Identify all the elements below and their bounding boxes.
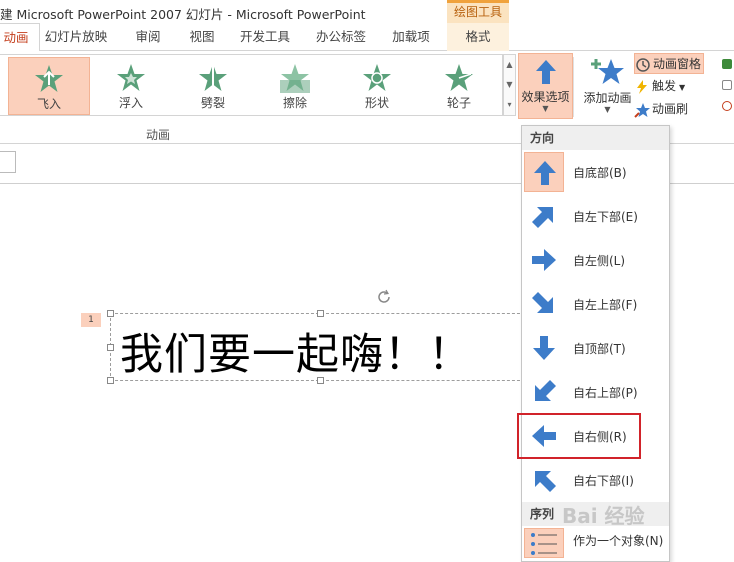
gallery-item-label: 轮子 [446, 96, 471, 110]
arrow-down-icon [533, 336, 555, 360]
font-box[interactable] [0, 151, 16, 173]
group-label-animation: 动画 [146, 128, 171, 142]
menu-item-from-bottom[interactable]: 自底部(B) [522, 150, 669, 194]
effect-options-label: 效果选项 [521, 90, 570, 104]
effect-options-button[interactable]: 效果选项 ▼ [518, 53, 573, 119]
menu-item-label: 自顶部(T) [573, 342, 626, 356]
trigger-label: 触发 [652, 79, 677, 93]
resize-handle[interactable] [317, 310, 324, 317]
gallery-item-wheel[interactable]: 轮子 [418, 57, 500, 115]
menu-item-label: 自左上部(F) [573, 298, 638, 312]
gallery-item-float-in[interactable]: 浮入 [90, 57, 172, 115]
animation-painter-button[interactable]: 动画刷 [634, 99, 688, 120]
animation-painter-label: 动画刷 [652, 102, 689, 116]
menu-item-label: 自右上部(P) [573, 386, 638, 400]
order-icon[interactable] [722, 80, 732, 90]
arrow-up-icon [535, 60, 556, 84]
menu-item-from-left[interactable]: 自左侧(L) [522, 238, 669, 282]
menu-item-from-bottom-right[interactable]: 自右下部(I) [522, 458, 669, 502]
gallery-item-label: 飞入 [36, 97, 61, 111]
add-star-icon [590, 59, 624, 84]
lightning-icon [637, 79, 647, 94]
painter-star-icon [634, 102, 650, 118]
arrow-down-left-icon [535, 380, 556, 401]
gallery-item-label: 形状 [364, 96, 389, 110]
tab-addins[interactable]: 加载项 [386, 23, 436, 51]
animation-pane-button[interactable]: 动画窗格 [634, 53, 705, 74]
effect-options-menu: 方向 自底部(B) 自左下部(E) 自左侧(L) 自左上部(F) 自顶部(T) … [517, 125, 670, 562]
chevron-down-icon: ▼ [679, 83, 686, 92]
gallery-item-shape[interactable]: 形状 [336, 57, 418, 115]
title-bar: 建 Microsoft PowerPoint 2007 幻灯片 - Micros… [0, 0, 734, 23]
star-wipe-icon [280, 64, 310, 93]
menu-item-from-top[interactable]: 自顶部(T) [522, 326, 669, 370]
menu-item-label: 作为一个对象(N) [573, 534, 664, 548]
window-title: 建 Microsoft PowerPoint 2007 幻灯片 - Micros… [0, 7, 366, 22]
gallery-scroll-up-icon[interactable]: ▲ [504, 55, 515, 75]
gallery-item-split[interactable]: 劈裂 [172, 57, 254, 115]
trigger-button[interactable]: 触发 ▼ [634, 76, 685, 97]
rotate-handle-icon[interactable] [377, 289, 391, 303]
resize-handle[interactable] [107, 377, 114, 384]
menu-item-label: 自右下部(I) [573, 474, 634, 488]
menu-item-label: 自底部(B) [573, 166, 627, 180]
animation-pane-icon [636, 57, 650, 72]
tab-slideshow[interactable]: 幻灯片放映 [40, 23, 112, 51]
menu-item-label: 自左下部(E) [573, 210, 638, 224]
contextual-tab-group: 绘图工具 [447, 0, 509, 23]
watermark-logo: Bai 经验 [562, 504, 645, 528]
star-shape-icon [363, 64, 391, 91]
menu-item-from-right[interactable]: 自右侧(R) [517, 413, 641, 459]
add-animation-label: 添加动画 [583, 91, 632, 105]
ribbon-overflow [722, 59, 734, 122]
gallery-more-icon[interactable]: ▾ [504, 95, 515, 115]
gallery-scroll-down-icon[interactable]: ▼ [504, 75, 515, 95]
star-split-icon [199, 64, 227, 91]
gallery-item-label: 浮入 [118, 96, 143, 110]
star-float-icon [117, 64, 145, 91]
animation-order-tag[interactable]: 1 [81, 313, 101, 327]
arrow-up-left-icon [535, 471, 556, 492]
slide-text-box[interactable]: 我们要一起嗨！！ [107, 310, 530, 384]
arrow-right-icon [532, 249, 556, 271]
gallery-item-fly-in[interactable]: 飞入 [8, 57, 90, 115]
gallery-item-label: 擦除 [282, 96, 307, 110]
tab-format[interactable]: 格式 [447, 23, 509, 51]
menu-item-from-bottom-left[interactable]: 自左下部(E) [522, 194, 669, 238]
ribbon-tabs: 动画 幻灯片放映 审阅 视图 开发工具 办公标签 加载项 格式 [0, 23, 734, 52]
arrow-down-right-icon [532, 292, 553, 313]
menu-item-from-top-right[interactable]: 自右上部(P) [522, 370, 669, 414]
play-icon[interactable] [722, 59, 732, 69]
chevron-down-icon: ▼ [604, 105, 611, 114]
resize-handle[interactable] [317, 377, 324, 384]
menu-item-from-top-left[interactable]: 自左上部(F) [522, 282, 669, 326]
menu-item-as-one-object[interactable]: 作为一个对象(N) [522, 526, 669, 562]
animation-pane-label: 动画窗格 [653, 57, 702, 71]
menu-section-direction: 方向 [522, 126, 669, 150]
resize-handle[interactable] [107, 344, 114, 351]
tab-review[interactable]: 审阅 [126, 23, 170, 51]
gallery-scrollbar[interactable]: ▲ ▼ ▾ [503, 54, 516, 116]
slide-text[interactable]: 我们要一起嗨！！ [120, 320, 472, 382]
resize-handle[interactable] [107, 310, 114, 317]
ribbon-divider [573, 57, 574, 117]
tab-office-tab[interactable]: 办公标签 [310, 23, 372, 51]
star-fly-icon [35, 65, 63, 92]
arrow-left-icon [532, 425, 556, 447]
menu-item-label: 自右侧(R) [573, 430, 627, 444]
chevron-down-icon: ▼ [542, 104, 549, 113]
animation-gallery: 飞入 浮入 劈裂 擦除 形状 轮子 [0, 54, 503, 116]
gallery-item-label: 劈裂 [200, 96, 225, 110]
timer-icon[interactable] [722, 101, 732, 111]
tab-view[interactable]: 视图 [180, 23, 224, 51]
arrow-up-icon [534, 161, 556, 185]
gallery-item-wipe[interactable]: 擦除 [254, 57, 336, 115]
tab-animations[interactable]: 动画 [0, 23, 40, 52]
menu-item-label: 自左侧(L) [573, 254, 626, 268]
arrow-up-right-icon [532, 207, 553, 228]
tab-developer[interactable]: 开发工具 [234, 23, 296, 51]
list-bullets-icon [531, 533, 557, 555]
add-animation-button[interactable]: 添加动画 ▼ [580, 53, 635, 119]
star-wheel-icon [445, 64, 473, 91]
